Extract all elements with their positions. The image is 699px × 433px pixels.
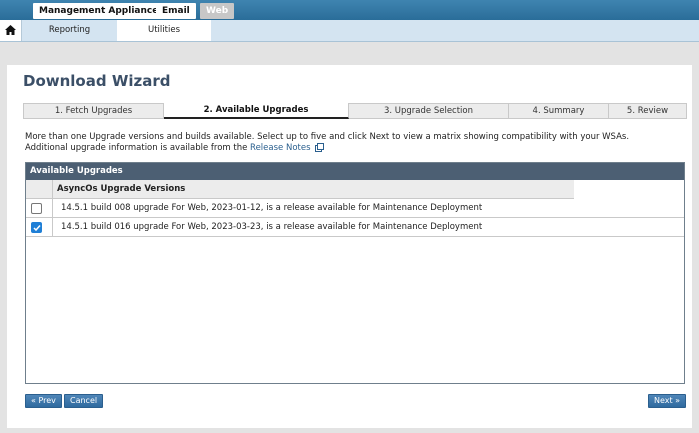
cancel-button[interactable]: Cancel <box>64 394 104 408</box>
table-row: 14.5.1 build 008 upgrade For Web, 2023-0… <box>26 199 684 218</box>
step-fetch-upgrades: 1. Fetch Upgrades <box>24 104 164 118</box>
home-icon <box>5 25 16 35</box>
upgrade-row-text: 14.5.1 build 016 upgrade For Web, 2023-0… <box>61 222 483 232</box>
nav-reporting[interactable]: Reporting <box>22 20 117 41</box>
description-line-2-text: Additional upgrade information is availa… <box>25 143 248 153</box>
upgrade-checkbox-2[interactable] <box>31 222 42 233</box>
upgrade-row-text: 14.5.1 build 008 upgrade For Web, 2023-0… <box>61 203 483 213</box>
upgrade-checkbox-1[interactable] <box>31 203 42 214</box>
tab-web[interactable]: Web <box>200 3 235 19</box>
step-summary: 4. Summary <box>509 104 609 118</box>
home-button[interactable] <box>0 20 22 41</box>
next-button[interactable]: Next » <box>648 394 687 408</box>
release-notes-link[interactable]: Release Notes <box>250 143 310 153</box>
prev-button[interactable]: « Prev <box>25 394 62 408</box>
checkmark-icon <box>33 225 41 232</box>
step-available-upgrades: 2. Available Upgrades <box>164 103 349 119</box>
nav-utilities[interactable]: Utilities <box>117 20 211 41</box>
checkbox-column-header <box>26 180 53 198</box>
table-row: 14.5.1 build 016 upgrade For Web, 2023-0… <box>26 218 684 237</box>
tab-management-appliance[interactable]: Management Appliance <box>33 3 165 19</box>
description-line-2: Additional upgrade information is availa… <box>25 143 685 154</box>
row-checkbox-cell <box>26 218 53 236</box>
description-line-1: More than one Upgrade versions and build… <box>25 132 630 142</box>
table-column-header: AsyncOs Upgrade Versions <box>26 180 574 199</box>
table-title: Available Upgrades <box>26 163 684 180</box>
step-review: 5. Review <box>626 106 669 116</box>
wizard-steps: 1. Fetch Upgrades 2. Available Upgrades … <box>23 103 687 119</box>
row-checkbox-cell <box>26 199 53 217</box>
top-bar: Management Appliance Email Web <box>0 0 699 20</box>
description: More than one Upgrade versions and build… <box>25 132 685 154</box>
nav-bar: Reporting Utilities <box>0 20 699 42</box>
wizard-panel: Download Wizard 1. Fetch Upgrades 2. Ava… <box>7 65 692 428</box>
tab-email[interactable]: Email <box>156 3 196 19</box>
external-link-icon[interactable] <box>315 143 325 152</box>
column-header-versions: AsyncOs Upgrade Versions <box>57 184 186 194</box>
available-upgrades-table: Available Upgrades AsyncOs Upgrade Versi… <box>25 162 685 384</box>
page-title: Download Wizard <box>23 72 171 90</box>
step-upgrade-selection: 3. Upgrade Selection <box>349 104 509 118</box>
